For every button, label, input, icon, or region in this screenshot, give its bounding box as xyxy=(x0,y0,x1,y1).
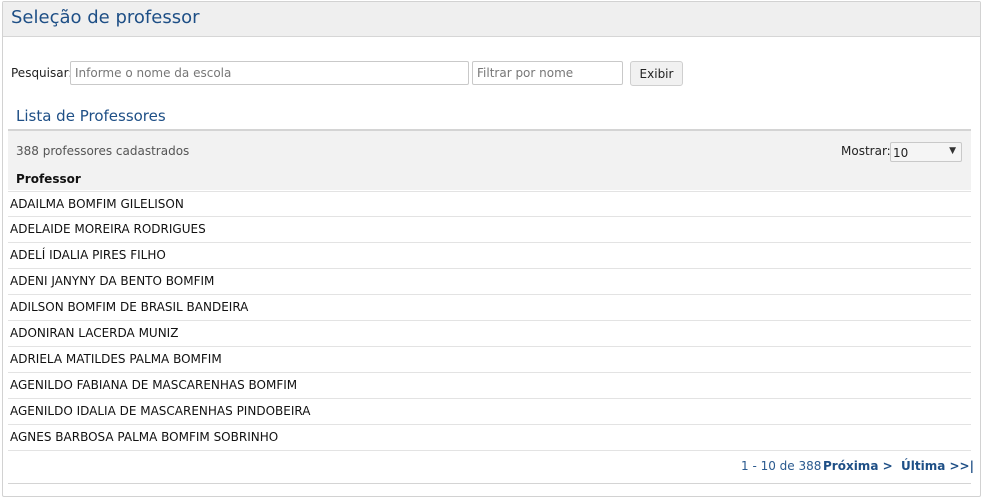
count-text: 388 professores cadastrados xyxy=(16,144,190,158)
last-page-link[interactable]: Última >>| xyxy=(901,459,974,473)
list-item[interactable]: ADONIRAN LACERDA MUNIZ xyxy=(8,321,971,347)
list-item[interactable]: AGENILDO IDALIA DE MASCARENHAS PINDOBEIR… xyxy=(8,399,971,425)
page-size-select[interactable]: 10 ▼ xyxy=(890,142,962,162)
list-item[interactable]: ADAILMA BOMFIM GILELISON xyxy=(8,191,971,217)
chevron-down-icon: ▼ xyxy=(949,146,956,156)
page-size-value: 10 xyxy=(893,146,909,160)
page-size-label: Mostrar: xyxy=(841,144,891,158)
next-page-link[interactable]: Próxima > xyxy=(823,459,893,473)
footer-divider xyxy=(8,483,971,484)
name-filter-input[interactable] xyxy=(472,61,623,85)
list-item[interactable]: AGENILDO FABIANA DE MASCARENHAS BOMFIM xyxy=(8,373,971,399)
list-item[interactable]: ADENI JANYNY DA BENTO BOMFIM xyxy=(8,269,971,295)
pagination-range: 1 - 10 de 388 xyxy=(741,459,822,473)
list-title: Lista de Professores xyxy=(16,107,166,125)
professor-list: ADAILMA BOMFIM GILELISON ADELAIDE MOREIR… xyxy=(8,191,971,451)
page-title: Seleção de professor xyxy=(11,7,200,28)
exibir-button[interactable]: Exibir xyxy=(630,61,683,86)
list-item[interactable]: AGNES BARBOSA PALMA BOMFIM SOBRINHO xyxy=(8,425,971,451)
school-search-input[interactable] xyxy=(70,61,469,85)
list-item[interactable]: ADELÍ IDALIA PIRES FILHO xyxy=(8,243,971,269)
list-item[interactable]: ADELAIDE MOREIRA RODRIGUES xyxy=(8,217,971,243)
list-item[interactable]: ADRIELA MATILDES PALMA BOMFIM xyxy=(8,347,971,373)
column-header-professor: Professor xyxy=(16,172,81,186)
search-label: Pesquisar: xyxy=(11,66,73,80)
list-header: 388 professores cadastrados Professor Mo… xyxy=(8,129,971,190)
list-item[interactable]: ADILSON BOMFIM DE BRASIL BANDEIRA xyxy=(8,295,971,321)
